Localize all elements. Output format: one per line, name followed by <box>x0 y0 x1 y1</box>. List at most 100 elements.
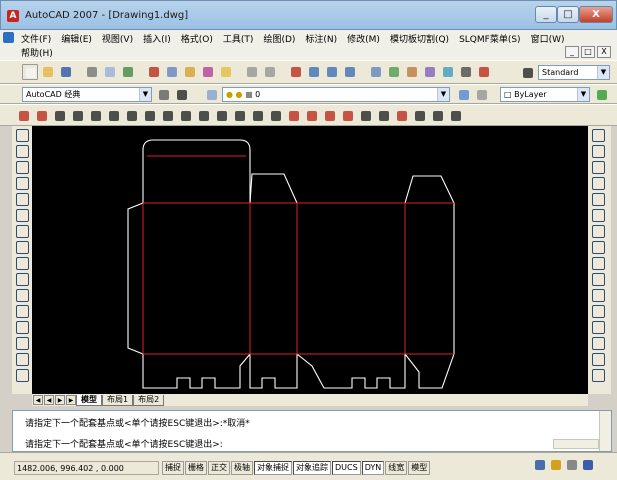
revision-cloud-icon[interactable] <box>14 239 30 254</box>
document-icon[interactable] <box>3 32 14 43</box>
tab-next-button[interactable]: ▶ <box>55 395 65 405</box>
break-icon[interactable] <box>590 303 606 318</box>
ruler-icon[interactable] <box>412 108 428 124</box>
copy-object-icon[interactable] <box>590 143 606 158</box>
save-icon[interactable] <box>58 64 74 80</box>
make-current-layer-icon[interactable] <box>456 87 472 103</box>
mdi-close-button[interactable]: X <box>597 46 611 58</box>
diagonal-icon[interactable] <box>268 108 284 124</box>
maximize-button[interactable]: □ <box>557 6 579 23</box>
menu-slqmf[interactable]: SLQMF菜单(S) <box>454 32 526 45</box>
mdi-restore-button[interactable]: □ <box>581 46 595 58</box>
array-icon[interactable] <box>590 191 606 206</box>
menu-view[interactable]: 视图(V) <box>97 32 138 45</box>
arc-icon[interactable] <box>14 207 30 222</box>
open-icon[interactable] <box>40 64 56 80</box>
minimize-button[interactable]: _ <box>535 6 557 23</box>
layer-combo[interactable]: ● ● ■ 0 ▼ <box>222 87 450 102</box>
tab-model[interactable]: 模型 <box>76 394 102 406</box>
xy-icon[interactable] <box>376 108 392 124</box>
cloud-icon[interactable] <box>34 108 50 124</box>
new-icon[interactable] <box>22 64 38 80</box>
rotate-icon[interactable] <box>590 223 606 238</box>
eye-icon[interactable] <box>394 108 410 124</box>
dimension-arrow-icon[interactable] <box>286 108 302 124</box>
line-icon[interactable] <box>14 127 30 142</box>
drawing-canvas[interactable] <box>32 126 588 394</box>
ducs-toggle[interactable]: DUCS <box>332 461 361 475</box>
polyline-icon[interactable] <box>14 159 30 174</box>
menu-insert[interactable]: 插入(I) <box>138 32 176 45</box>
menu-diecut[interactable]: 模切板切割(Q) <box>385 32 454 45</box>
sheet-set-icon[interactable] <box>422 64 438 80</box>
ortho-toggle[interactable]: 正交 <box>208 461 230 475</box>
communication-center-icon[interactable] <box>534 459 547 472</box>
move-icon[interactable] <box>590 207 606 222</box>
zoom-window-icon[interactable] <box>324 64 340 80</box>
chamfer-icon[interactable] <box>160 108 176 124</box>
cut-icon[interactable] <box>146 64 162 80</box>
make-block-icon[interactable] <box>14 319 30 334</box>
tool-palettes-icon[interactable] <box>404 64 420 80</box>
fillet-object-icon[interactable] <box>590 351 606 366</box>
corner-icon[interactable] <box>88 108 104 124</box>
save-workspace-icon[interactable] <box>174 87 190 103</box>
undo-icon[interactable] <box>244 64 260 80</box>
polar-toggle[interactable]: 极轴 <box>231 461 253 475</box>
menu-window[interactable]: 窗口(W) <box>526 32 570 45</box>
menu-tools[interactable]: 工具(T) <box>218 32 259 45</box>
properties-icon[interactable] <box>368 64 384 80</box>
gradient-icon[interactable] <box>14 367 30 382</box>
tab-layout2[interactable]: 布局2 <box>133 394 165 406</box>
slash-line-icon[interactable] <box>214 108 230 124</box>
otrack-toggle[interactable]: 对象追踪 <box>293 461 331 475</box>
spline-icon[interactable] <box>14 255 30 270</box>
match-properties-icon[interactable] <box>200 64 216 80</box>
command-prompt[interactable]: 请指定下一个配套基点或<单个请按ESC键退出>: <box>25 437 223 450</box>
clean-screen-icon[interactable] <box>582 459 595 472</box>
menu-draw[interactable]: 绘图(D) <box>258 32 300 45</box>
command-window[interactable]: 请指定下一个配套基点或<单个请按ESC键退出>:*取消* 请指定下一个配套基点或… <box>12 410 612 452</box>
block-editor-icon[interactable] <box>218 64 234 80</box>
workspace-combo[interactable]: AutoCAD 经典 ▼ <box>22 87 152 102</box>
arc-tool-icon[interactable] <box>106 108 122 124</box>
chevron-down-icon[interactable]: ▼ <box>597 66 609 79</box>
text-style-icon[interactable] <box>520 65 536 81</box>
ellipse-icon[interactable] <box>14 271 30 286</box>
menu-file[interactable]: 文件(F) <box>16 32 56 45</box>
calculator-icon[interactable] <box>458 64 474 80</box>
hatch-icon[interactable] <box>322 108 338 124</box>
lineweight-toggle[interactable]: 线宽 <box>385 461 408 475</box>
menu-format[interactable]: 格式(O) <box>176 32 218 45</box>
tab-prev-button[interactable]: ◀ <box>44 395 54 405</box>
parallel-line-icon[interactable] <box>196 108 212 124</box>
chevron-down-icon[interactable]: ▼ <box>577 88 589 101</box>
stretch-icon[interactable] <box>590 255 606 270</box>
close-button[interactable]: X <box>579 6 613 23</box>
double-slash-icon[interactable] <box>232 108 248 124</box>
mirror-icon[interactable] <box>590 159 606 174</box>
join-icon[interactable] <box>590 319 606 334</box>
circle-icon[interactable] <box>14 223 30 238</box>
mdi-minimize-button[interactable]: _ <box>565 46 579 58</box>
point-icon[interactable] <box>14 335 30 350</box>
chevron-down-icon[interactable]: ▼ <box>437 88 449 101</box>
dashed-line-icon[interactable] <box>340 108 356 124</box>
ellipse-arc-icon[interactable] <box>14 287 30 302</box>
chevron-down-icon[interactable]: ▼ <box>139 88 151 101</box>
chamfer-object-icon[interactable] <box>590 335 606 350</box>
copy-icon[interactable] <box>164 64 180 80</box>
rectangle-draw-icon[interactable] <box>14 191 30 206</box>
markup-icon[interactable] <box>440 64 456 80</box>
insert-block-icon[interactable] <box>14 303 30 318</box>
square-icon[interactable] <box>430 108 446 124</box>
redo-icon[interactable] <box>262 64 278 80</box>
tab-layout1[interactable]: 布局1 <box>102 394 134 406</box>
bracket-icon[interactable] <box>70 108 86 124</box>
offset-object-icon[interactable] <box>590 175 606 190</box>
tab-last-button[interactable]: ▶ <box>66 395 76 405</box>
layer-previous-icon[interactable] <box>474 87 490 103</box>
trim-icon[interactable] <box>590 271 606 286</box>
rectangle-icon[interactable] <box>16 108 32 124</box>
status-menu-icon[interactable] <box>566 459 579 472</box>
